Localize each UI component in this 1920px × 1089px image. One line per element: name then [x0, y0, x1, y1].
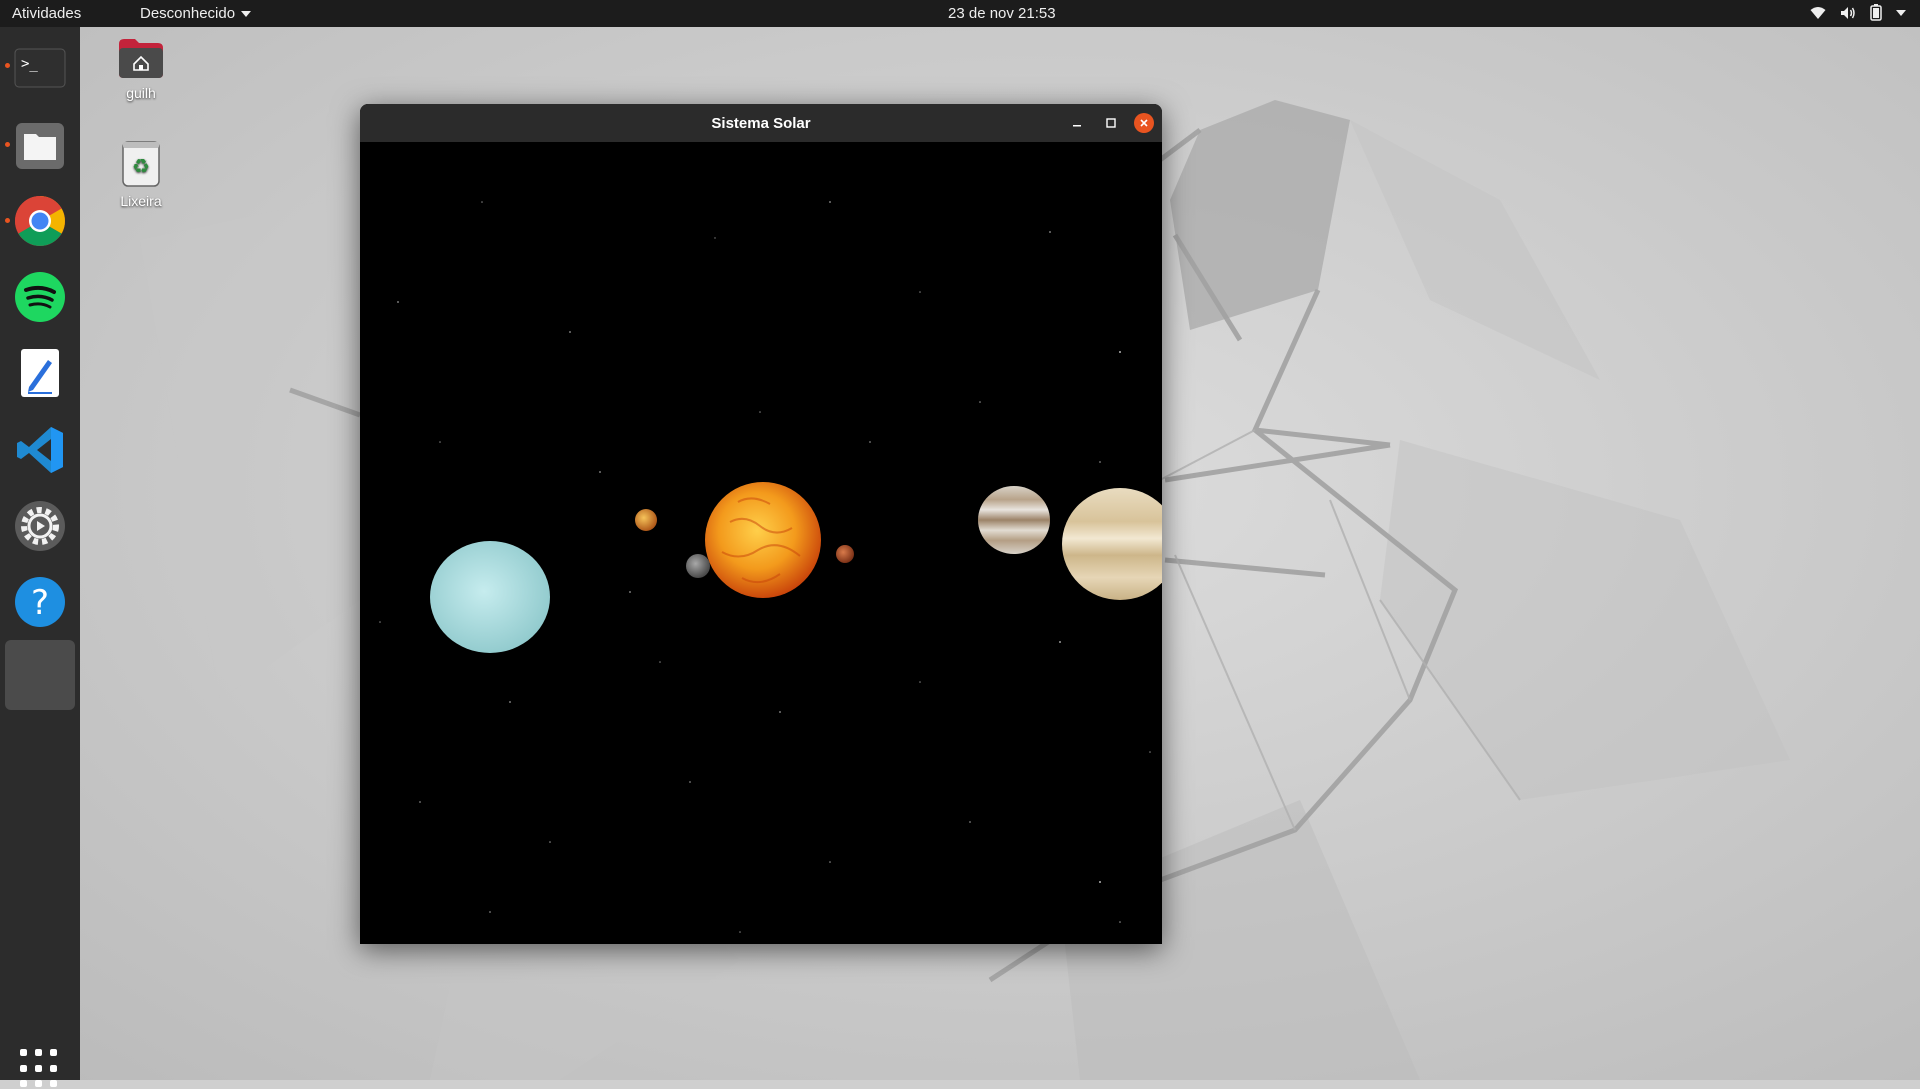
desktop-icon-label: guilh — [126, 85, 156, 101]
volume-icon — [1841, 6, 1855, 19]
clock[interactable]: 23 de nov 21:53 — [948, 5, 1056, 22]
trash-icon: ♻ — [122, 141, 160, 187]
dock-item-vscode[interactable] — [14, 424, 66, 476]
planet-jupiter — [978, 486, 1050, 554]
chrome-icon — [15, 196, 65, 246]
planet-mars — [836, 545, 854, 563]
close-icon — [1140, 119, 1148, 127]
running-indicator — [5, 142, 10, 147]
close-button[interactable] — [1134, 113, 1154, 133]
chevron-down-icon — [241, 10, 252, 17]
dock-item-unknown-app[interactable] — [5, 640, 75, 710]
scene-canvas[interactable] — [360, 142, 1162, 944]
dock-item-spotify[interactable] — [14, 271, 66, 323]
dock-item-chrome[interactable] — [14, 195, 66, 247]
maximize-icon — [1106, 118, 1116, 128]
app-menu[interactable]: Desconhecido — [140, 5, 252, 22]
home-folder-icon — [119, 39, 163, 78]
dock-item-help[interactable]: ? — [14, 576, 66, 628]
maximize-button[interactable] — [1101, 113, 1121, 133]
battery-icon — [1870, 4, 1882, 21]
text-editor-icon — [21, 349, 59, 397]
desktop-icon-label: Lixeira — [120, 193, 162, 209]
planet-venus — [635, 509, 657, 531]
dock-item-files[interactable] — [14, 120, 66, 172]
running-indicator — [5, 63, 10, 68]
help-icon: ? — [15, 577, 65, 627]
activities-button[interactable]: Atividades — [12, 5, 81, 22]
desktop-icon-home[interactable]: guilh — [96, 36, 186, 101]
settings-icon — [15, 501, 65, 551]
planet-mercury — [686, 554, 710, 578]
planet-uranus — [430, 541, 550, 653]
top-bar: Atividades Desconhecido 23 de nov 21:53 — [0, 0, 1920, 27]
system-tray[interactable] — [1810, 4, 1906, 21]
app-grid-icon — [20, 1049, 27, 1056]
files-icon — [16, 123, 64, 169]
desktop-icon-trash[interactable]: ♻ Lixeira — [96, 138, 186, 209]
solar-system-window: Sistema Solar — [360, 104, 1162, 944]
svg-text:?: ? — [31, 583, 49, 623]
sun — [705, 482, 821, 598]
vscode-icon — [17, 427, 63, 473]
running-indicator — [5, 218, 10, 223]
terminal-icon: >_ — [14, 48, 66, 88]
minimize-icon — [1073, 125, 1081, 127]
minimize-button[interactable] — [1067, 113, 1087, 133]
dock: >_ ? — [0, 27, 80, 1088]
window-titlebar[interactable]: Sistema Solar — [360, 104, 1162, 142]
dock-item-text-editor[interactable] — [14, 347, 66, 399]
system-menu-chevron-icon — [1896, 9, 1906, 16]
dock-item-settings[interactable] — [14, 500, 66, 552]
svg-text:>_: >_ — [21, 56, 38, 72]
spotify-icon — [15, 272, 65, 322]
app-menu-label: Desconhecido — [140, 5, 236, 22]
window-title: Sistema Solar — [711, 115, 811, 132]
dock-item-terminal[interactable]: >_ — [14, 42, 66, 94]
wifi-icon — [1810, 6, 1826, 19]
svg-text:♻: ♻ — [132, 154, 150, 178]
show-applications-button[interactable] — [20, 1049, 60, 1089]
